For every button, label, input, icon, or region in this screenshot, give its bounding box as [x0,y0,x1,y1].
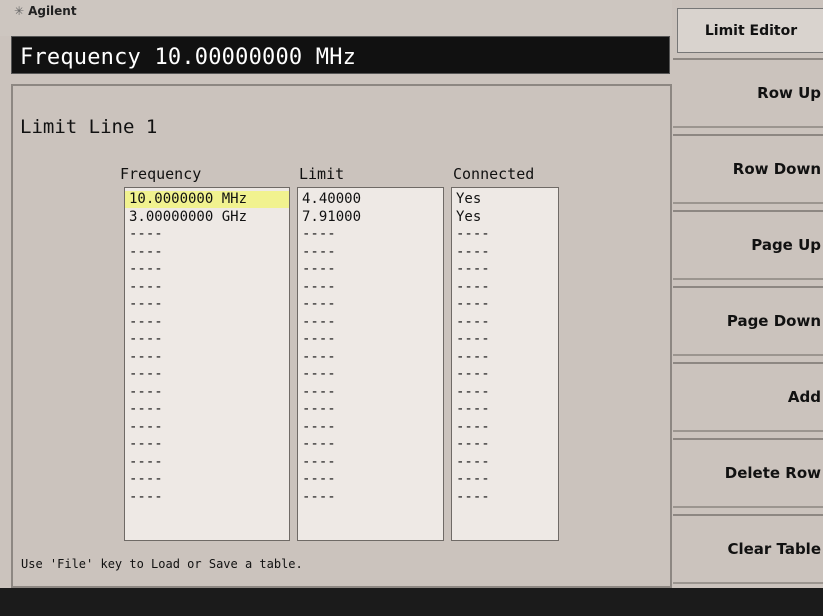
brand-name: Agilent [28,4,77,18]
page-down-button[interactable]: Page Down [673,286,823,356]
frequency-cell[interactable]: ---- [129,296,163,313]
brand-logo: ✳ Agilent [14,4,77,18]
frequency-cell[interactable]: ---- [129,226,163,243]
frequency-column-list[interactable]: 10.0000000 MHz 3.00000000 GHz ---- ---- ----… [124,187,290,541]
limit-cell[interactable]: ---- [302,349,336,366]
agilent-spark-icon: ✳ [14,4,25,18]
row-up-button[interactable]: Row Up [673,58,823,128]
connected-cell[interactable]: ---- [456,454,490,471]
frequency-cell[interactable]: ---- [129,244,163,261]
clear-table-button[interactable]: Clear Table [673,514,823,584]
connected-cell[interactable]: ---- [456,314,490,331]
limit-cell[interactable]: ---- [302,296,336,313]
connected-cell[interactable]: ---- [456,419,490,436]
limit-column-list[interactable]: 4.40000 7.91000 ---- ---- ---- ---- ---- ---- --… [297,187,444,541]
limit-cell[interactable]: ---- [302,489,336,506]
limit-cell[interactable]: 7.91000 [302,209,361,226]
frequency-cell[interactable]: ---- [129,279,163,296]
frequency-cell[interactable]: ---- [129,366,163,383]
limit-cell[interactable]: ---- [302,244,336,261]
frequency-cell[interactable]: 3.00000000 GHz [129,209,247,226]
row-down-button[interactable]: Row Down [673,134,823,204]
frequency-readout: Frequency 10.00000000 MHz [20,45,357,70]
frequency-cell[interactable]: ---- [129,489,163,506]
frequency-bar: Frequency 10.00000000 MHz [11,36,670,74]
connected-cell[interactable]: ---- [456,331,490,348]
status-bar [0,588,823,616]
frequency-cell[interactable]: ---- [129,401,163,418]
connected-cell[interactable]: ---- [456,261,490,278]
connected-cell[interactable]: ---- [456,471,490,488]
limit-column-header: Limit [299,165,345,183]
connected-cell[interactable]: ---- [456,489,490,506]
connected-cell[interactable]: Yes [456,209,481,226]
frequency-cell[interactable]: ---- [129,454,163,471]
limit-cell[interactable]: ---- [302,419,336,436]
limit-cell[interactable]: ---- [302,436,336,453]
frequency-cell[interactable]: ---- [129,261,163,278]
limit-line-panel: Limit Line 1 Frequency Limit Connected 1… [11,84,672,588]
limit-cell[interactable]: ---- [302,261,336,278]
connected-cell[interactable]: Yes [456,191,481,208]
limit-cell[interactable]: ---- [302,366,336,383]
frequency-cell[interactable]: ---- [129,331,163,348]
page-up-button[interactable]: Page Up [673,210,823,280]
frequency-cell[interactable]: ---- [129,314,163,331]
delete-row-button[interactable]: Delete Row [673,438,823,508]
connected-column-list[interactable]: Yes Yes ---- ---- ---- ---- ---- ---- ---- ---- --… [451,187,559,541]
softkey-menu-title: Limit Editor [677,8,823,53]
connected-cell[interactable]: ---- [456,349,490,366]
connected-cell[interactable]: ---- [456,384,490,401]
limit-cell[interactable]: ---- [302,331,336,348]
frequency-cell[interactable]: ---- [129,349,163,366]
connected-cell[interactable]: ---- [456,226,490,243]
title-bar: ✳ Agilent [0,0,672,36]
limit-cell[interactable]: ---- [302,401,336,418]
softkey-menu: Limit Editor Row Up Row Down Page Up Pag… [673,0,823,588]
frequency-cell[interactable]: ---- [129,384,163,401]
status-hint: Use 'File' key to Load or Save a table. [21,557,303,571]
frequency-cell[interactable]: ---- [129,436,163,453]
limit-cell[interactable]: ---- [302,454,336,471]
limit-cell[interactable]: ---- [302,279,336,296]
connected-cell[interactable]: ---- [456,244,490,261]
limit-cell[interactable]: 4.40000 [302,191,361,208]
connected-column-header: Connected [453,165,535,183]
limit-cell[interactable]: ---- [302,226,336,243]
frequency-cell[interactable]: ---- [129,419,163,436]
frequency-cell[interactable]: 10.0000000 MHz [125,191,289,208]
connected-cell[interactable]: ---- [456,279,490,296]
limit-cell[interactable]: ---- [302,314,336,331]
limit-cell[interactable]: ---- [302,384,336,401]
connected-cell[interactable]: ---- [456,296,490,313]
frequency-column-header: Frequency [120,165,202,183]
limit-cell[interactable]: ---- [302,471,336,488]
limit-line-title: Limit Line 1 [20,116,158,138]
connected-cell[interactable]: ---- [456,401,490,418]
connected-cell[interactable]: ---- [456,366,490,383]
add-button[interactable]: Add [673,362,823,432]
frequency-cell[interactable]: ---- [129,471,163,488]
connected-cell[interactable]: ---- [456,436,490,453]
